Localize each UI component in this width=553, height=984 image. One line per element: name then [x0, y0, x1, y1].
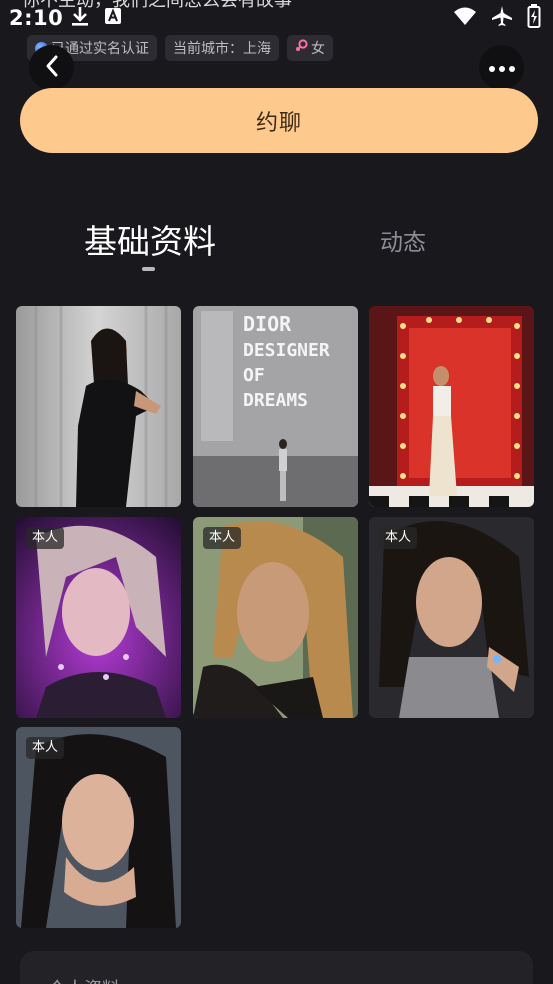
photo-5-badge: 本人	[203, 527, 242, 549]
svg-text:OF: OF	[243, 365, 265, 386]
photo-1-image	[16, 306, 181, 507]
tab-moments[interactable]: 动态	[380, 228, 426, 258]
photo-1[interactable]	[16, 306, 181, 507]
chevron-left-icon	[44, 54, 60, 82]
photo-4-badge: 本人	[26, 527, 65, 549]
download-icon	[70, 5, 90, 31]
more-button[interactable]	[479, 45, 524, 90]
photo-2-image: DIOR DESIGNER OF DREAMS	[193, 306, 358, 507]
photo-6-badge: 本人	[379, 527, 418, 549]
profile-page: 你不主动，我们之间怎么会有故事 2:10 已通过实名认证 当前城市：上海 女 约…	[0, 0, 553, 984]
more-dots-icon	[488, 58, 516, 77]
gender-tag: 女	[287, 35, 333, 61]
female-icon	[295, 39, 308, 57]
a-icon	[104, 7, 122, 29]
battery-icon	[527, 4, 541, 32]
profile-card-title: 个人资料	[48, 975, 120, 984]
svg-text:DREAMS: DREAMS	[243, 390, 308, 411]
photo-6[interactable]: 本人	[369, 517, 534, 718]
photo-5[interactable]: 本人	[193, 517, 358, 718]
tab-basic-info[interactable]: 基础资料	[84, 220, 216, 264]
svg-text:DIOR: DIOR	[243, 312, 292, 336]
city-tag-label: 当前城市：上海	[173, 41, 271, 57]
svg-text:DESIGNER: DESIGNER	[243, 340, 330, 361]
gender-tag-label: 女	[311, 41, 325, 57]
back-button[interactable]	[29, 45, 74, 90]
chat-button[interactable]: 约聊	[20, 88, 538, 153]
photo-7-badge: 本人	[26, 737, 65, 759]
photo-7[interactable]: 本人	[16, 727, 181, 928]
tab-indicator	[142, 267, 155, 271]
photo-3-image	[369, 306, 534, 507]
airplane-icon	[491, 5, 513, 31]
status-left-icons	[70, 6, 122, 30]
photo-4[interactable]: 本人	[16, 517, 181, 718]
photo-3[interactable]	[369, 306, 534, 507]
status-right-icons	[453, 4, 541, 32]
wifi-icon	[453, 6, 477, 30]
status-time: 2:10	[9, 6, 64, 30]
city-tag: 当前城市：上海	[165, 35, 279, 61]
profile-details-card: 个人资料	[20, 951, 533, 984]
profile-tags: 已通过实名认证 当前城市：上海 女	[27, 35, 333, 61]
photo-2[interactable]: DIOR DESIGNER OF DREAMS	[193, 306, 358, 507]
